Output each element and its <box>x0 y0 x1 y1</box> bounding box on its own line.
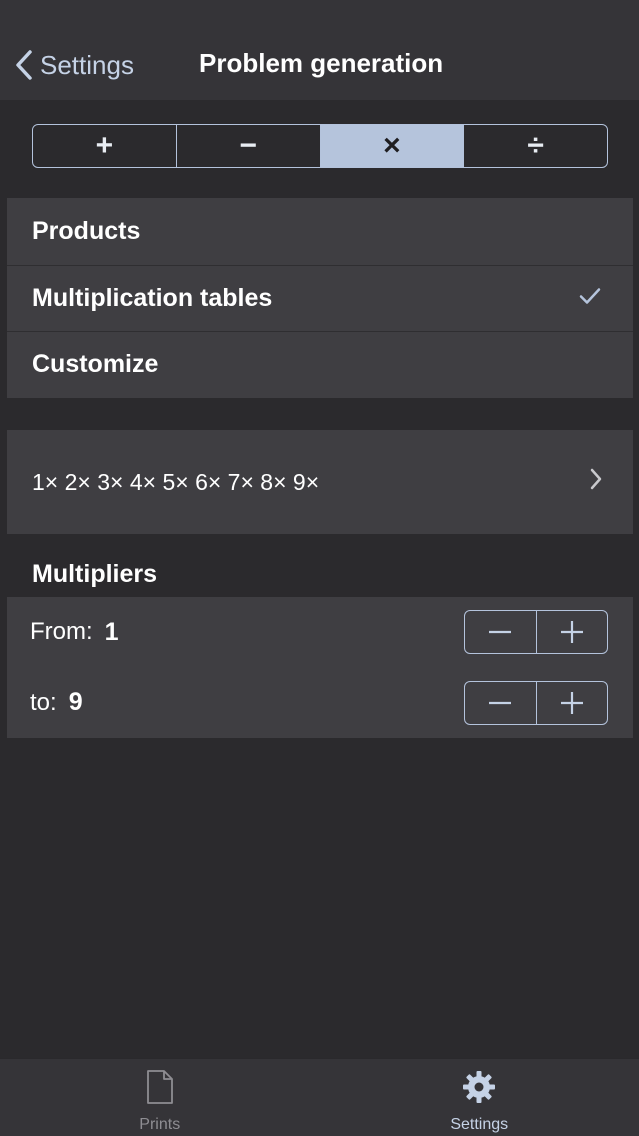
page-title: Problem generation <box>199 48 444 78</box>
segment-addition[interactable]: + <box>33 125 177 167</box>
tables-summary: 1× 2× 3× 4× 5× 6× 7× 8× 9× <box>32 468 320 495</box>
from-increment-button[interactable] <box>535 611 608 654</box>
to-value: 9 <box>68 688 83 717</box>
document-icon <box>145 1069 175 1110</box>
option-label: Multiplication tables <box>32 283 273 312</box>
operation-segmented-control: + − × ÷ <box>32 124 608 168</box>
tab-bar: Prints Settings <box>0 1058 639 1136</box>
chevron-left-icon <box>14 49 34 81</box>
gear-icon <box>461 1069 497 1110</box>
from-value: 1 <box>104 617 119 646</box>
to-decrement-button[interactable] <box>465 682 536 724</box>
option-label: Customize <box>32 350 159 379</box>
tables-group: 1× 2× 3× 4× 5× 6× 7× 8× 9× <box>7 430 633 534</box>
tables-selection-row[interactable]: 1× 2× 3× 4× 5× 6× 7× 8× 9× <box>7 430 633 534</box>
from-row: From: 1 <box>7 597 633 668</box>
from-stepper <box>464 610 608 655</box>
back-button[interactable]: Settings <box>14 40 134 90</box>
from-label: From: <box>30 618 93 646</box>
minus-icon <box>489 631 512 634</box>
option-label: Products <box>32 216 141 245</box>
navigation-bar: Settings Problem generation <box>0 0 639 100</box>
segment-division[interactable]: ÷ <box>464 125 607 167</box>
tab-prints-label: Prints <box>139 1116 181 1133</box>
tab-settings-label: Settings <box>450 1116 509 1133</box>
option-multiplication-tables[interactable]: Multiplication tables <box>7 264 633 332</box>
plus-icon <box>560 621 583 644</box>
tab-settings[interactable]: Settings <box>320 1059 639 1136</box>
chevron-right-icon <box>589 468 603 496</box>
multipliers-header: Multipliers <box>32 560 158 588</box>
tab-prints[interactable]: Prints <box>0 1059 320 1136</box>
minus-icon <box>489 701 512 704</box>
to-row: to: 9 <box>7 668 633 739</box>
plus-icon <box>560 691 583 714</box>
option-products[interactable]: Products <box>7 198 633 265</box>
multipliers-group: From: 1 to: 9 <box>7 597 633 738</box>
segment-multiplication[interactable]: × <box>320 125 465 167</box>
segment-subtraction[interactable]: − <box>177 125 321 167</box>
checkmark-icon <box>579 284 601 313</box>
to-label: to: <box>30 688 57 716</box>
to-stepper <box>464 680 608 725</box>
app-screen: Settings Problem generation + − × ÷ Prod… <box>0 0 639 1136</box>
back-button-label: Settings <box>40 49 134 80</box>
to-increment-button[interactable] <box>535 681 608 724</box>
from-decrement-button[interactable] <box>465 611 536 653</box>
mode-options-group: Products Multiplication tables Customize <box>7 198 633 398</box>
option-customize[interactable]: Customize <box>7 331 633 398</box>
